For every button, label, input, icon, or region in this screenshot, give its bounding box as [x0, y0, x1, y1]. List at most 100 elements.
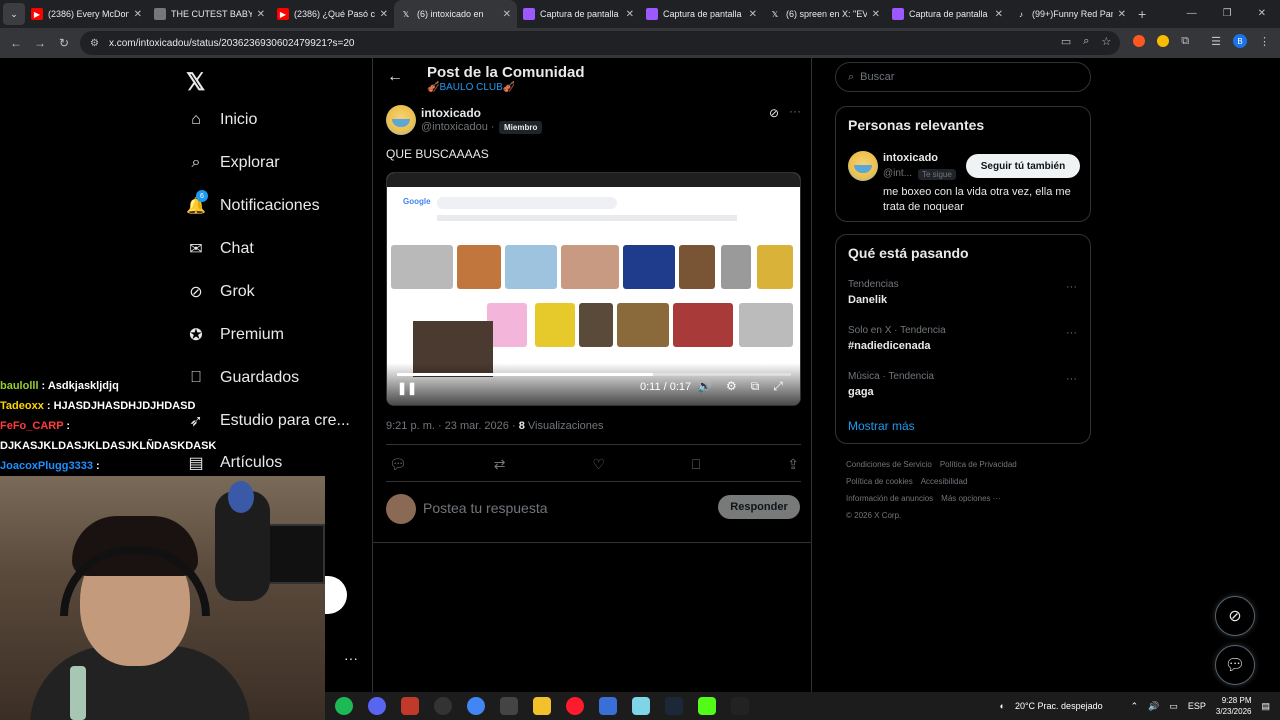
voicemeeter-icon[interactable]: [401, 697, 419, 715]
footer-link[interactable]: Accesibilidad: [921, 477, 968, 486]
weather-text[interactable]: 20°C Prac. despejado: [1015, 701, 1103, 711]
reply-input[interactable]: Postea tu respuesta: [423, 500, 548, 516]
trend-name[interactable]: #nadiedicenada: [848, 340, 931, 352]
volume-icon[interactable]: 🔊: [1148, 701, 1159, 712]
bookmark-icon[interactable]: ⎕: [692, 456, 700, 473]
epic-games-icon[interactable]: [731, 697, 749, 715]
battery-icon[interactable]: ▭: [1169, 701, 1178, 712]
grok-icon[interactable]: ⊘: [769, 106, 779, 120]
messages-fab-icon[interactable]: 💬︎: [1215, 645, 1255, 685]
post-timestamp[interactable]: 9:21 p. m. · 23 mar. 2026 ·: [386, 420, 516, 432]
notifications-icon[interactable]: ▤: [1261, 701, 1270, 712]
app-icon[interactable]: [500, 697, 518, 715]
close-window-button[interactable]: ✕: [1258, 8, 1266, 19]
more-options-icon[interactable]: ···: [344, 650, 358, 666]
back-arrow-icon[interactable]: ←: [387, 68, 403, 86]
fullscreen-icon[interactable]: ⤢: [773, 379, 783, 394]
bookmark-star-icon[interactable]: ☆: [1101, 35, 1111, 48]
reply-icon[interactable]: 💬︎: [389, 456, 407, 473]
opera-icon[interactable]: [566, 697, 584, 715]
sidebar-item-explorar[interactable]: ⌕ Explorar: [186, 153, 280, 173]
site-info-icon[interactable]: ⚙: [90, 38, 99, 49]
clock[interactable]: 9:28 PM 3/23/2026: [1216, 695, 1252, 717]
extension-icon[interactable]: [1133, 35, 1146, 47]
close-tab-icon[interactable]: ✕: [503, 9, 511, 20]
close-tab-icon[interactable]: ✕: [872, 9, 880, 20]
maximize-button[interactable]: ❐: [1223, 8, 1232, 19]
kick-icon[interactable]: [698, 697, 716, 715]
sidebar-item-notificaciones[interactable]: 🔔 6 Notificaciones: [186, 190, 320, 216]
browser-tab[interactable]: 𝕏 (6) intoxicado en ✕: [394, 0, 517, 28]
reply-button[interactable]: Responder: [718, 495, 800, 519]
x-logo-icon[interactable]: 𝕏: [186, 68, 205, 97]
post-video[interactable]: Google ❚❚ 0:11 / 0:17 🔊 ⚙ ⧉ ⤢: [386, 172, 801, 406]
trend-more-icon[interactable]: ···: [1066, 373, 1077, 385]
discord-icon[interactable]: [368, 697, 386, 715]
forward-arrow-icon[interactable]: →: [28, 36, 52, 50]
new-tab-button[interactable]: +: [1138, 6, 1146, 22]
browser-tab[interactable]: ♪ (99+)Funny Red Pand ✕: [1009, 0, 1132, 28]
pause-icon[interactable]: ❚❚: [397, 381, 417, 395]
extensions-puzzle-icon[interactable]: ⧉: [1181, 35, 1189, 48]
profile-avatar[interactable]: B: [1233, 34, 1247, 48]
browser-tab[interactable]: Captura de pantalla ✕: [517, 0, 640, 28]
sidebar-item-inicio[interactable]: ⌂ Inicio: [186, 110, 257, 130]
close-tab-icon[interactable]: ✕: [749, 9, 757, 20]
post-more-icon[interactable]: ···: [789, 104, 801, 118]
grok-fab-icon[interactable]: ⊘: [1215, 596, 1255, 636]
repost-icon[interactable]: ⇄: [494, 456, 506, 473]
sidebar-item-chat[interactable]: ✉ Chat: [186, 239, 254, 259]
settings-icon[interactable]: ⚙: [726, 379, 737, 394]
browser-tab[interactable]: ▶ (2386) Every McDona ✕: [25, 0, 148, 28]
browser-tab[interactable]: 𝕏 (6) spreen en X: "EVE ✕: [763, 0, 886, 28]
close-tab-icon[interactable]: ✕: [1118, 9, 1126, 20]
url-field[interactable]: ⚙ x.com/intoxicadou/status/2036236930602…: [80, 31, 1120, 55]
relevant-avatar[interactable]: [848, 151, 878, 181]
author-handle[interactable]: @intoxicadou ·: [421, 121, 495, 133]
browser-tab[interactable]: Captura de pantalla ✕: [640, 0, 763, 28]
trend-more-icon[interactable]: ···: [1066, 327, 1077, 339]
follow-button[interactable]: Seguir tú también: [966, 154, 1080, 178]
video-progress-bar[interactable]: [397, 373, 791, 376]
author-name[interactable]: intoxicado: [421, 106, 481, 120]
close-tab-icon[interactable]: ✕: [257, 9, 265, 20]
close-tab-icon[interactable]: ✕: [626, 9, 634, 20]
file-explorer-icon[interactable]: [533, 697, 551, 715]
volume-icon[interactable]: 🔊: [697, 379, 712, 394]
extension-icon[interactable]: [1157, 35, 1170, 47]
footer-link[interactable]: Política de Privacidad: [940, 460, 1017, 469]
browser-tab[interactable]: Captura de pantalla ✕: [886, 0, 1009, 28]
author-avatar[interactable]: [386, 105, 416, 135]
close-tab-icon[interactable]: ✕: [380, 9, 388, 20]
footer-link[interactable]: Más opciones ···: [941, 494, 1001, 503]
trend-name[interactable]: gaga: [848, 386, 874, 398]
like-icon[interactable]: ♡: [592, 456, 605, 473]
browser-tab[interactable]: THE CUTEST BABY AN ✕: [148, 0, 271, 28]
footer-link[interactable]: Política de cookies: [846, 477, 913, 486]
footer-link[interactable]: Información de anuncios: [846, 494, 933, 503]
spotify-icon[interactable]: [335, 697, 353, 715]
browser-menu-icon[interactable]: ⋮: [1259, 35, 1270, 48]
sidebar-item-grok[interactable]: ⊘ Grok: [186, 282, 254, 302]
relevant-handle[interactable]: @int...: [883, 168, 912, 179]
share-icon[interactable]: ⇪: [787, 456, 799, 473]
reload-icon[interactable]: ↻: [52, 36, 76, 50]
show-more-link[interactable]: Mostrar más: [848, 419, 915, 433]
community-link[interactable]: 🎻BAULO CLUB🎻: [427, 82, 515, 93]
back-arrow-icon[interactable]: ←: [4, 36, 28, 50]
sidebar-item-premium[interactable]: ✪ Premium: [186, 325, 284, 345]
zoom-icon[interactable]: ⌕: [1083, 35, 1089, 48]
language-indicator[interactable]: ESP: [1188, 701, 1206, 711]
steam-icon[interactable]: [665, 697, 683, 715]
app-icon[interactable]: [632, 697, 650, 715]
trend-name[interactable]: Danelik: [848, 294, 887, 306]
app-icon[interactable]: [599, 697, 617, 715]
pip-icon[interactable]: ⧉: [751, 379, 760, 394]
close-tab-icon[interactable]: ✕: [134, 9, 142, 20]
cast-icon[interactable]: ▭: [1061, 35, 1071, 48]
trend-more-icon[interactable]: ···: [1066, 281, 1077, 293]
tray-expand-icon[interactable]: ⌃: [1131, 701, 1139, 712]
obs-icon[interactable]: [434, 697, 452, 715]
search-input[interactable]: ⌕ Buscar: [835, 62, 1091, 92]
tab-search-button[interactable]: ⌄: [3, 3, 25, 25]
